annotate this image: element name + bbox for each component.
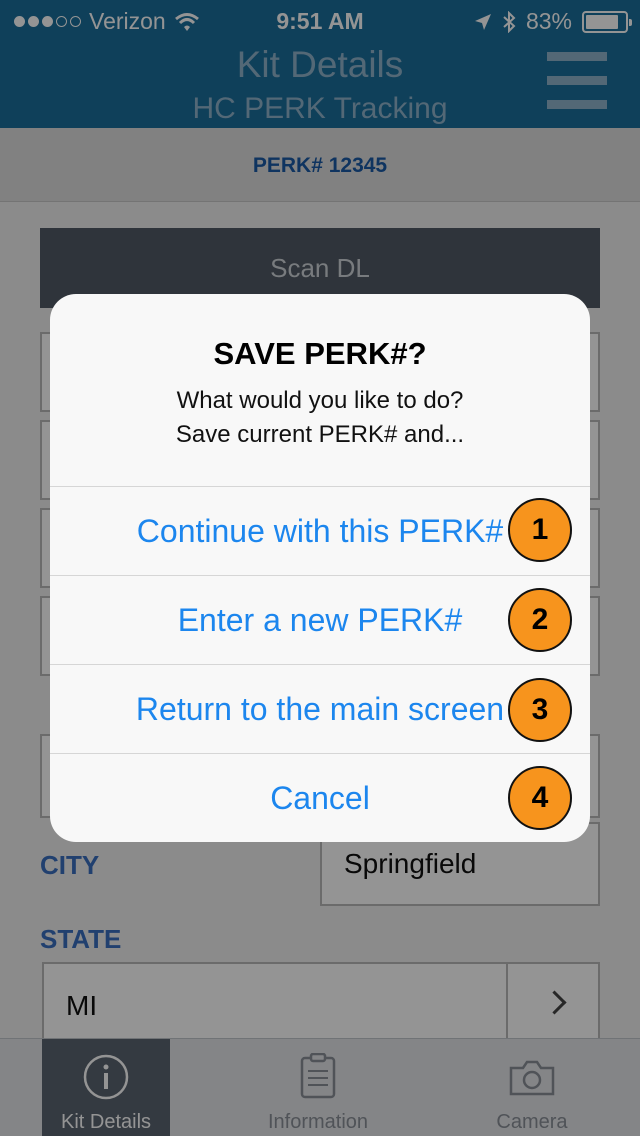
step-badge-4: 4	[508, 766, 572, 830]
save-perk-alert: SAVE PERK#? What would you like to do? S…	[50, 294, 590, 842]
alert-message-line: What would you like to do?	[176, 387, 464, 414]
step-badge-1: 1	[508, 498, 572, 562]
step-badge-2: 2	[508, 588, 572, 652]
alert-title: SAVE PERK#?	[213, 336, 427, 371]
step-badge-3: 3	[508, 678, 572, 742]
alert-message: What would you like to do? Save current …	[70, 384, 570, 452]
alert-message-line: Save current PERK# and...	[175, 421, 465, 448]
